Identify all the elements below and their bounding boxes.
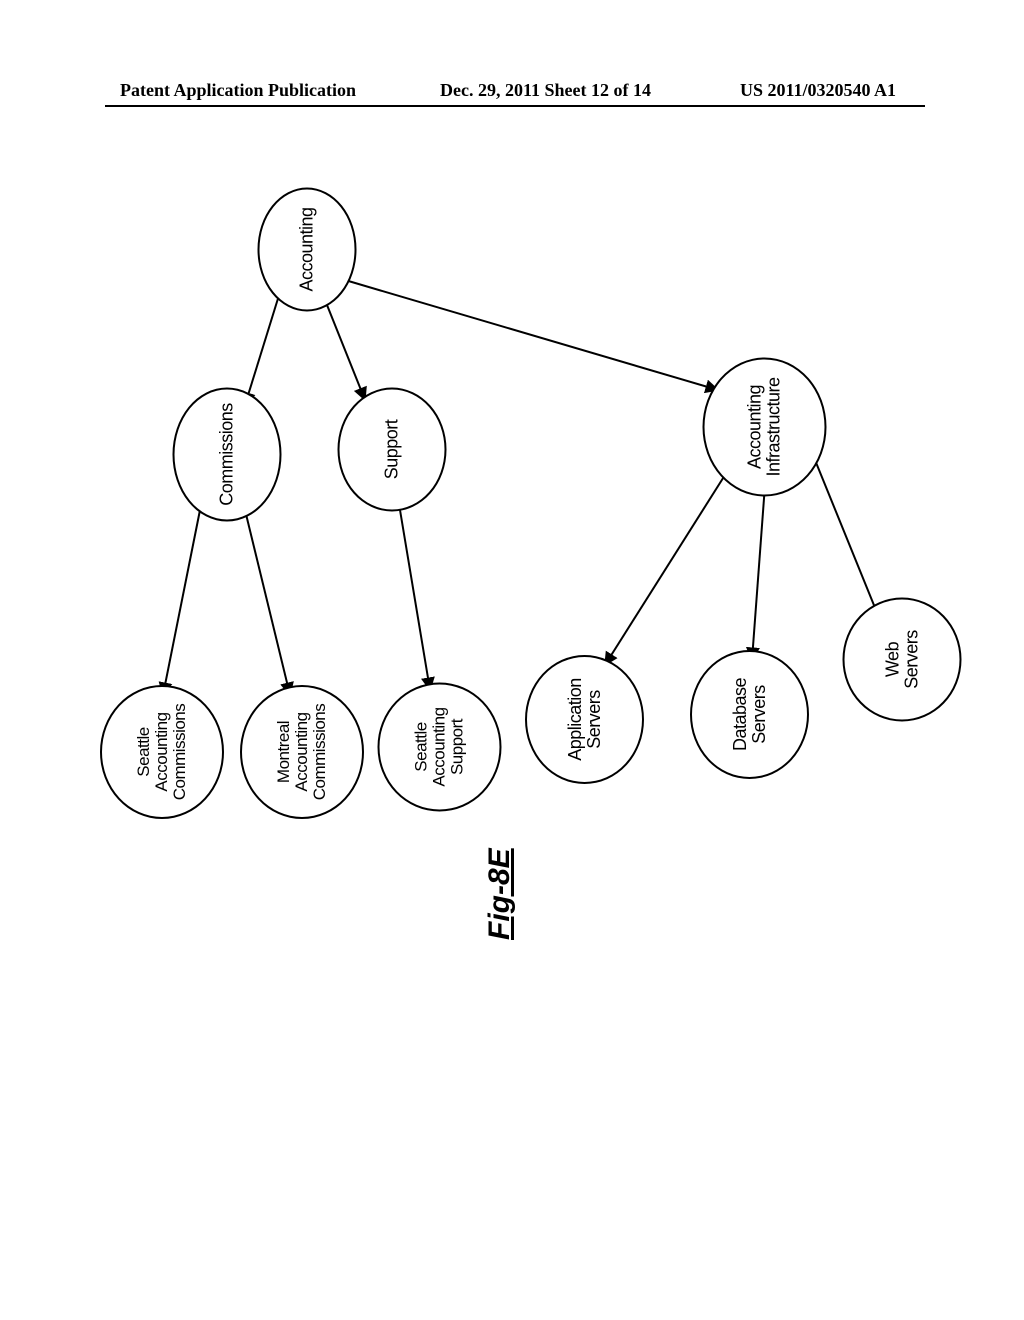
node-seattle-accounting-commissions: SeattleAccountingCommissions [100, 685, 224, 819]
node-support: Support [338, 388, 447, 512]
figure-area: Accounting Commissions Support Accountin… [105, 140, 925, 1210]
header-center: Dec. 29, 2011 Sheet 12 of 14 [440, 80, 651, 101]
header-rule [105, 105, 925, 107]
figure-label: Fig-8E [483, 848, 517, 940]
header-left: Patent Application Publication [120, 80, 356, 101]
node-accounting: Accounting [258, 188, 357, 312]
node-accounting-infrastructure: AccountingInfrastructure [703, 358, 827, 497]
node-web-servers: WebServers [843, 598, 962, 722]
node-seattle-accounting-support: SeattleAccountingSupport [378, 683, 502, 812]
header-right: US 2011/0320540 A1 [740, 80, 896, 101]
node-montreal-accounting-commissions: MontrealAccountingCommissions [240, 685, 364, 819]
diagram-edges [105, 140, 925, 1210]
node-commissions: Commissions [173, 388, 282, 522]
node-application-servers: ApplicationServers [525, 655, 644, 784]
node-database-servers: DatabaseServers [690, 650, 809, 779]
